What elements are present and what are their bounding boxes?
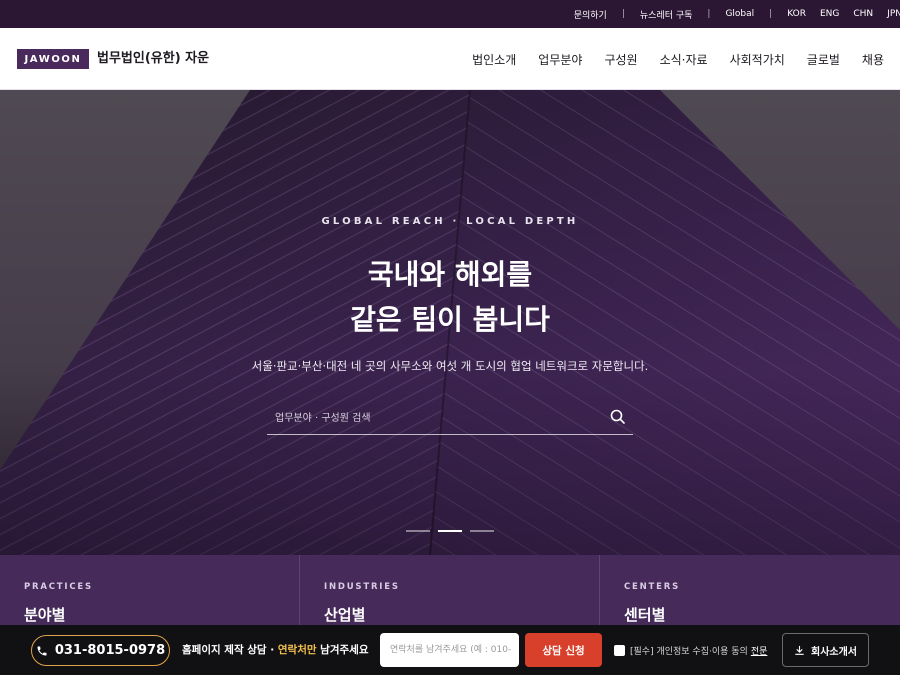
utility-links: 문의하기 | 뉴스레터 구독 | Global | KOR ENG CHN JP…: [574, 0, 900, 28]
brochure-download-button[interactable]: 회사소개서: [782, 633, 869, 667]
submit-consultation-button[interactable]: 상담 신청: [525, 633, 602, 667]
separator: |: [621, 9, 625, 19]
nav-item-social-value[interactable]: 사회적가치: [730, 51, 785, 68]
cta-text-before: 홈페이지 제작 상담 ·: [182, 644, 278, 656]
hero-title-line: 같은 팀이 봅니다: [350, 303, 550, 336]
category-centers[interactable]: CENTERS 센터별: [600, 555, 900, 625]
hero-eyebrow: GLOBAL REACH · LOCAL DEPTH: [321, 216, 579, 227]
category-strip: PRACTICES 분야별 INDUSTRIES 산업별 CENTERS 센터별: [0, 555, 900, 625]
logo[interactable]: JAWOON: [17, 49, 89, 69]
language-kor[interactable]: KOR: [787, 9, 806, 19]
category-title: 분야별: [24, 606, 66, 624]
category-title: 산업별: [324, 606, 366, 624]
cta-message: 홈페이지 제작 상담 · 연락처만 남겨주세요: [182, 642, 369, 657]
separator: |: [707, 9, 711, 19]
hero-banner: GLOBAL REACH · LOCAL DEPTH 국내와 해외를 같은 팀이…: [0, 90, 900, 555]
phone-button[interactable]: 031-8015-0978: [31, 635, 170, 666]
nav-item-members[interactable]: 구성원: [604, 51, 637, 68]
brochure-label: 회사소개서: [811, 646, 857, 658]
separator: |: [769, 9, 773, 19]
category-title: 센터별: [624, 606, 666, 624]
main-nav: 법인소개 업무분야 구성원 소식·자료 사회적가치 글로벌 채용: [450, 28, 884, 90]
download-icon: [795, 645, 804, 655]
utility-link-global[interactable]: Global: [725, 9, 754, 19]
language-chn[interactable]: CHN: [853, 9, 873, 19]
category-industries[interactable]: INDUSTRIES 산업별: [300, 555, 600, 625]
site-header: JAWOON 법무법인(유한) 자운 법인소개 업무분야 구성원 소식·자료 사…: [0, 28, 900, 90]
consent-checkbox[interactable]: [614, 644, 625, 656]
privacy-consent: [필수] 개인정보 수집·이용 동의 전문: [614, 642, 767, 658]
category-practices[interactable]: PRACTICES 분야별: [0, 555, 300, 625]
top-utility-bar: 문의하기 | 뉴스레터 구독 | Global | KOR ENG CHN JP…: [0, 0, 900, 28]
firm-name[interactable]: 법무법인(유한) 자운: [97, 49, 209, 69]
phone-number: 031-8015-0978: [54, 643, 166, 658]
consent-full-text-link[interactable]: 전문: [751, 644, 768, 657]
hero-title: 국내와 해외를 같은 팀이 봅니다: [0, 252, 900, 342]
utility-link-contact[interactable]: 문의하기: [574, 8, 607, 21]
contact-input[interactable]: [380, 633, 519, 667]
phone-icon: [37, 646, 47, 655]
search-bar: [267, 400, 633, 435]
nav-item-global[interactable]: 글로벌: [807, 51, 840, 68]
slide-indicators: [406, 530, 502, 532]
hero-title-line: 국내와 해외를: [367, 258, 533, 291]
consent-label: [필수] 개인정보 수집·이용 동의: [630, 646, 748, 657]
slide-indicator[interactable]: [406, 530, 430, 532]
search-input[interactable]: [275, 408, 595, 428]
nav-item-news[interactable]: 소식·자료: [660, 51, 708, 68]
search-icon[interactable]: [609, 408, 627, 426]
category-eyebrow: PRACTICES: [24, 582, 93, 592]
hero-subtitle: 서울·판교·부산·대전 네 곳의 사무소와 여섯 개 도시의 협업 네트워크로 …: [251, 359, 649, 373]
nav-item-careers[interactable]: 채용: [862, 51, 884, 68]
cta-text-after: 남겨주세요: [316, 644, 369, 656]
category-eyebrow: INDUSTRIES: [324, 582, 400, 592]
consultation-bar: 031-8015-0978 홈페이지 제작 상담 · 연락처만 남겨주세요 상담…: [0, 625, 900, 675]
slide-indicator[interactable]: [438, 530, 462, 532]
slide-indicator[interactable]: [470, 530, 494, 532]
nav-item-about[interactable]: 법인소개: [472, 51, 516, 68]
category-eyebrow: CENTERS: [624, 582, 681, 592]
utility-link-newsletter[interactable]: 뉴스레터 구독: [640, 8, 693, 21]
nav-item-practices[interactable]: 업무분야: [538, 51, 582, 68]
language-eng[interactable]: ENG: [820, 9, 839, 19]
language-jpn[interactable]: JPN: [887, 9, 900, 19]
cta-text-highlight: 연락처만: [277, 644, 317, 656]
